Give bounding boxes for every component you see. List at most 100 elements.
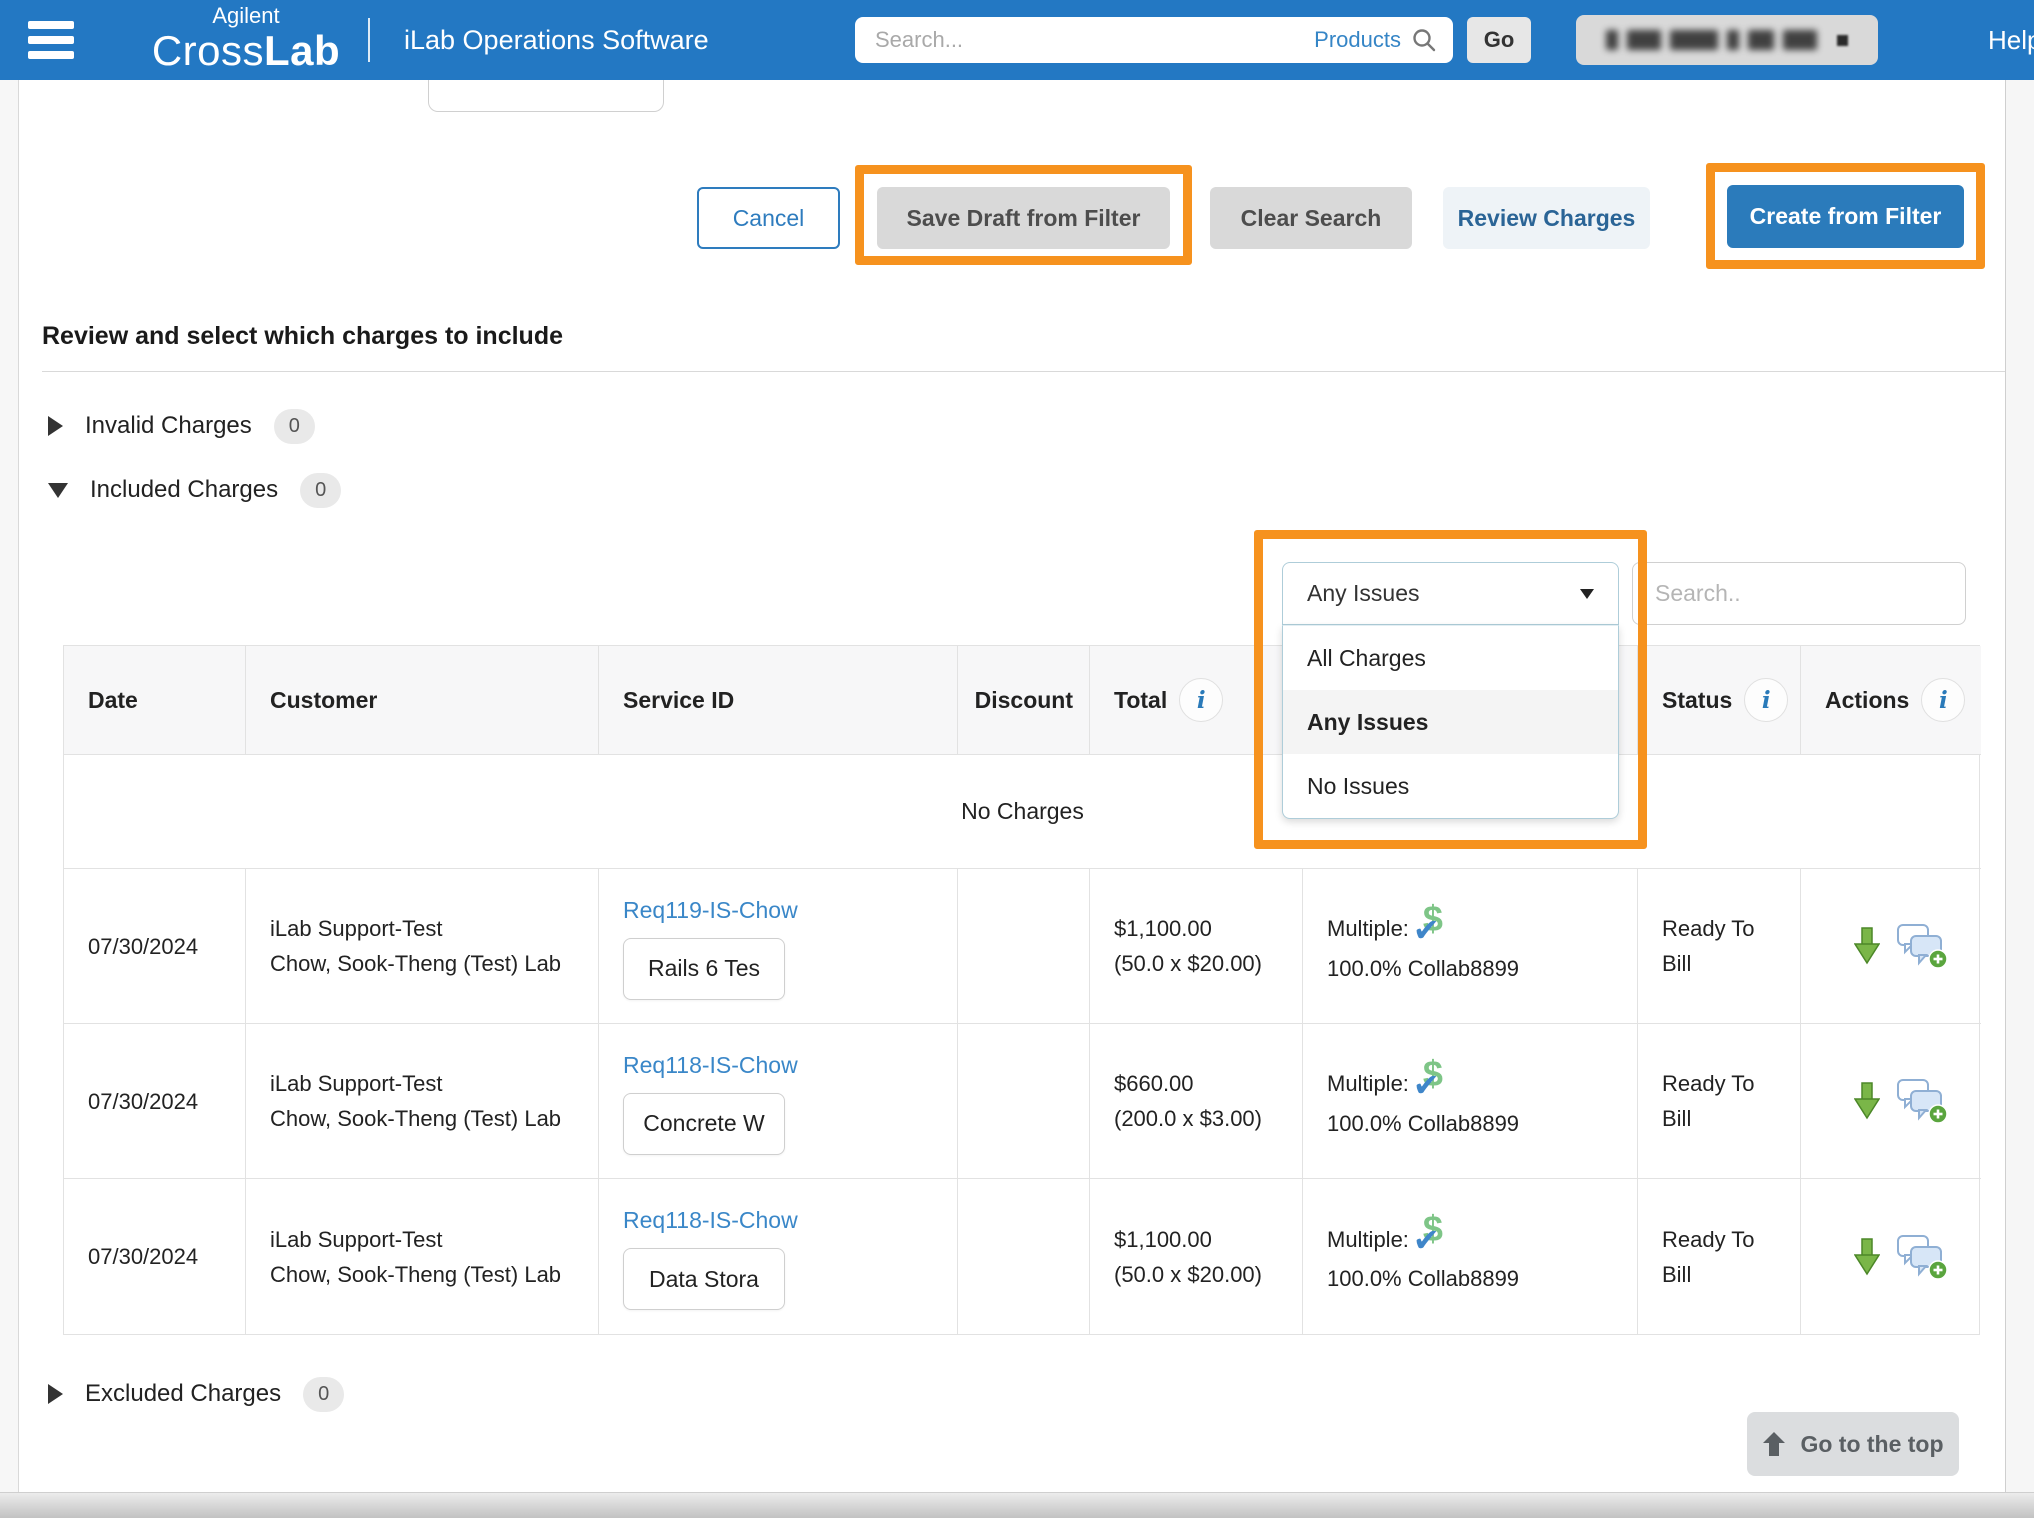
col-header-date: Date: [64, 646, 246, 755]
cell-total: $1,100.00(50.0 x $20.00): [1090, 869, 1303, 1024]
service-name-button[interactable]: Concrete W: [623, 1093, 785, 1155]
charges-table: Date Customer Service ID Discount Totali…: [63, 645, 1980, 1335]
clipped-input-remnant: [428, 80, 664, 112]
go-to-top-label: Go to the top: [1800, 1431, 1943, 1458]
col-header-discount: Discount: [958, 646, 1090, 755]
cell-payment: Multiple:$✔ 100.0% Collab8899: [1303, 1179, 1638, 1334]
review-charges-button[interactable]: Review Charges: [1443, 187, 1650, 249]
cell-service-id: Req119-IS-Chow Rails 6 Tes: [599, 869, 958, 1024]
cell-discount: [958, 869, 1090, 1024]
add-comment-icon[interactable]: [1896, 923, 1948, 969]
cell-customer: iLab Support-TestChow, Sook-Theng (Test)…: [246, 1024, 599, 1179]
page-title: Review and select which charges to inclu…: [42, 322, 2005, 372]
dropdown-option-no-issues[interactable]: No Issues: [1283, 754, 1618, 818]
issues-filter-value: Any Issues: [1307, 580, 1580, 607]
user-name-redacted: [1606, 30, 1817, 50]
download-charge-icon[interactable]: [1854, 1082, 1880, 1120]
header-divider: [368, 18, 370, 62]
service-id-link[interactable]: Req119-IS-Chow: [623, 893, 937, 928]
cell-service-id: Req118-IS-Chow Concrete W: [599, 1024, 958, 1179]
section-toggle-included-charges[interactable]: Included Charges 0: [48, 468, 341, 512]
service-id-link[interactable]: Req118-IS-Chow: [623, 1203, 937, 1238]
cell-discount: [958, 1024, 1090, 1179]
dropdown-option-any-issues[interactable]: Any Issues: [1283, 690, 1618, 754]
payment-verified-icon[interactable]: $✔: [1419, 1062, 1455, 1106]
app-header: Agilent CrossLab iLab Operations Softwar…: [0, 0, 2034, 80]
cell-date: 07/30/2024: [64, 1179, 246, 1334]
window-bottom-edge: [0, 1492, 2034, 1518]
info-icon[interactable]: i: [1179, 678, 1223, 722]
cell-actions: [1801, 1179, 1981, 1334]
download-charge-icon[interactable]: [1854, 927, 1880, 965]
payment-verified-icon[interactable]: $✔: [1419, 1217, 1455, 1261]
no-charges-row: No Charges: [64, 755, 1981, 869]
product-title: iLab Operations Software: [404, 0, 709, 80]
create-from-filter-button[interactable]: Create from Filter: [1727, 185, 1964, 248]
count-badge: 0: [303, 1377, 344, 1412]
service-name-button[interactable]: Data Stora: [623, 1248, 785, 1310]
cell-payment: Multiple:$✔ 100.0% Collab8899: [1303, 1024, 1638, 1179]
cell-status: Ready To Bill: [1638, 1024, 1801, 1179]
col-header-customer: Customer: [246, 646, 599, 755]
save-draft-from-filter-button[interactable]: Save Draft from Filter: [877, 187, 1170, 249]
cell-service-id: Req118-IS-Chow Data Stora: [599, 1179, 958, 1334]
global-search: Products: [855, 17, 1453, 63]
col-header-service-id: Service ID: [599, 646, 958, 755]
cell-customer: iLab Support-TestChow, Sook-Theng (Test)…: [246, 869, 599, 1024]
help-link[interactable]: Help: [1988, 0, 2034, 80]
vertical-scrollbar[interactable]: [2005, 80, 2034, 1492]
add-comment-icon[interactable]: [1896, 1234, 1948, 1280]
add-comment-icon[interactable]: [1896, 1078, 1948, 1124]
cell-status: Ready To Bill: [1638, 1179, 1801, 1334]
count-badge: 0: [274, 409, 315, 444]
cell-total: $660.00(200.0 x $3.00): [1090, 1024, 1303, 1179]
chevron-down-icon: [48, 483, 68, 498]
issues-filter-select[interactable]: Any Issues: [1282, 562, 1619, 625]
brand-crosslab: CrossLab: [152, 28, 340, 74]
arrow-up-icon: [1762, 1431, 1786, 1457]
info-icon[interactable]: i: [1744, 678, 1788, 722]
download-charge-icon[interactable]: [1854, 1238, 1880, 1276]
cancel-button[interactable]: Cancel: [697, 187, 840, 249]
search-icon: [1411, 27, 1437, 53]
section-toggle-invalid-charges[interactable]: Invalid Charges 0: [48, 404, 315, 448]
search-scope-products[interactable]: Products: [1314, 27, 1401, 53]
service-id-link[interactable]: Req118-IS-Chow: [623, 1048, 937, 1083]
go-to-top-button[interactable]: Go to the top: [1747, 1412, 1959, 1476]
user-menu[interactable]: [1576, 15, 1878, 65]
dropdown-option-all-charges[interactable]: All Charges: [1283, 626, 1618, 690]
table-search-input[interactable]: [1655, 580, 1951, 607]
table-search: [1632, 562, 1966, 625]
service-name-button[interactable]: Rails 6 Tes: [623, 938, 785, 1000]
cell-customer: iLab Support-TestChow, Sook-Theng (Test)…: [246, 1179, 599, 1334]
global-search-input[interactable]: [875, 27, 1314, 53]
brand-agilent: Agilent: [212, 4, 279, 28]
cell-date: 07/30/2024: [64, 1024, 246, 1179]
cell-date: 07/30/2024: [64, 869, 246, 1024]
col-header-total: Totali: [1090, 646, 1303, 755]
section-label: Included Charges: [90, 476, 278, 504]
cell-status: Ready To Bill: [1638, 869, 1801, 1024]
cell-payment: Multiple:$✔ 100.0% Collab8899: [1303, 869, 1638, 1024]
payment-verified-icon[interactable]: $✔: [1419, 907, 1455, 951]
cell-actions: [1801, 1024, 1981, 1179]
cell-total: $1,100.00(50.0 x $20.00): [1090, 1179, 1303, 1334]
caret-down-icon: [1580, 589, 1594, 599]
section-label: Excluded Charges: [85, 1380, 281, 1408]
col-header-status: Statusi: [1638, 646, 1801, 755]
agilent-crosslab-logo: Agilent CrossLab: [118, 4, 374, 76]
info-icon[interactable]: i: [1921, 678, 1965, 722]
issues-filter-dropdown: All Charges Any Issues No Issues: [1282, 625, 1619, 819]
hamburger-menu-icon[interactable]: [28, 21, 74, 59]
cell-actions: [1801, 869, 1981, 1024]
go-button[interactable]: Go: [1467, 17, 1531, 63]
chevron-right-icon: [48, 1384, 63, 1404]
count-badge: 0: [300, 473, 341, 508]
cell-discount: [958, 1179, 1090, 1334]
section-label: Invalid Charges: [85, 412, 252, 440]
user-menu-caret-icon: [1837, 35, 1848, 46]
section-toggle-excluded-charges[interactable]: Excluded Charges 0: [48, 1372, 344, 1416]
clear-search-button[interactable]: Clear Search: [1210, 187, 1412, 249]
col-header-actions: Actionsi: [1801, 646, 1981, 755]
chevron-right-icon: [48, 416, 63, 436]
